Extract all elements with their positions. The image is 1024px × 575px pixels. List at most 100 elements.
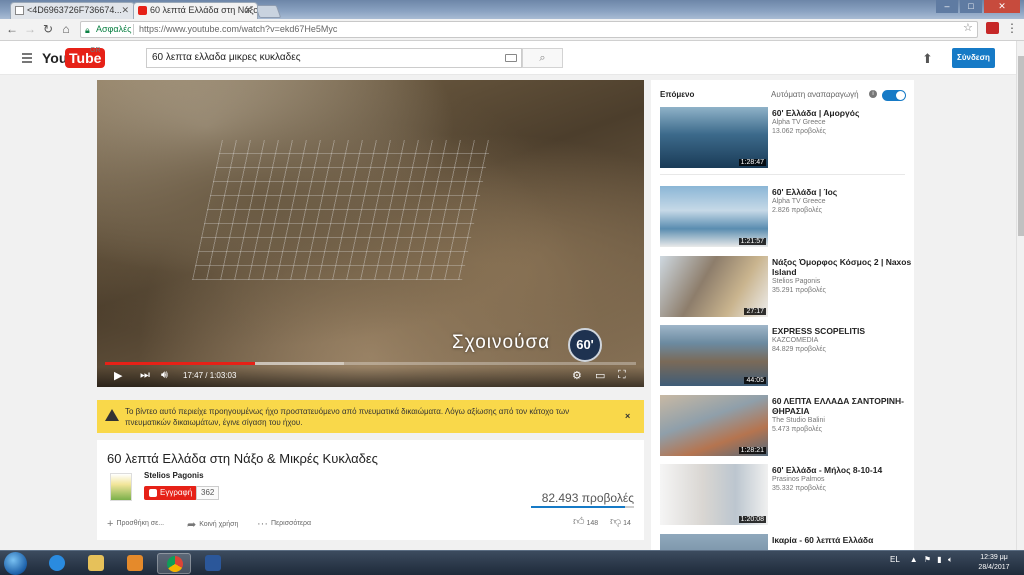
progress-bar[interactable] [105,362,636,365]
related-video-item[interactable]: 44:05 EXPRESS SCOPELITIS KAZCOMEDIA 84.8… [660,325,910,387]
address-bar[interactable]: 🔒︎ Ασφαλές https://www.youtube.com/watch… [80,21,978,38]
video-overlay-caption: Σχοινούσα [452,332,551,353]
video-thumbnail[interactable]: 1:20:08 [660,464,768,525]
internet-explorer-icon [49,555,65,571]
related-video-item[interactable]: 1:28:47 60' Ελλάδα | Αμοργός Alpha TV Gr… [660,107,910,169]
volume-icon[interactable]: 🔊︎ [161,369,168,382]
channel-name[interactable]: Stelios Pagonis [144,471,204,480]
start-button[interactable] [4,552,27,575]
browser-tab-title: 60 λεπτά Ελλάδα στη Νάξο [150,5,258,15]
bookmark-star-icon[interactable]: ☆ [963,21,973,34]
forward-arrow-icon[interactable]: → [23,22,37,36]
search-button[interactable]: ⌕ [522,48,563,68]
play-icon[interactable]: ▶ [114,369,122,382]
hamburger-menu-icon[interactable] [22,53,32,65]
autoplay-label: Αυτόματη αναπαραγωγή [771,90,859,99]
back-arrow-icon[interactable]: ← [5,22,19,36]
search-input[interactable]: 60 λεπτα ελλαδα μικρες κυκλαδες [146,48,522,68]
toggle-knob [896,91,905,100]
keyboard-icon[interactable] [505,54,517,62]
add-to-label: Προσθήκη σε... [116,520,165,527]
video-thumbnail[interactable]: 1:28:21 [660,395,768,456]
related-video-item[interactable]: 1:28:21 60 ΛΕΠΤΑ ΕΛΛΑΔΑ ΣΑΝΤΟΡΙΝΗ-ΘΗΡΑΣΙ… [660,395,910,457]
next-icon[interactable]: ⏭ [140,369,150,382]
show-hidden-icons[interactable]: ▲ [910,555,918,564]
like-ratio-fill [531,506,625,508]
new-tab-button[interactable] [254,5,282,18]
add-to-button[interactable]: + Προσθήκη σε... [107,516,165,530]
share-arrow-icon: ➦ [187,519,197,531]
close-tab-icon[interactable]: ✕ [244,3,252,18]
thumbs-up-icon: 👍︎ [573,516,585,528]
related-video-title[interactable]: 60' Ελλάδα | Ίος [772,187,912,197]
theater-mode-icon[interactable]: ▭ [595,369,605,382]
video-thumbnail[interactable] [660,534,768,550]
related-video-title[interactable]: 60' Ελλάδα | Αμοργός [772,108,912,118]
maximize-window-button[interactable]: □ [960,0,982,13]
related-video-views: 13.062 προβολές [772,128,826,135]
share-button[interactable]: ➦ Κοινή χρήση [187,516,238,531]
flag-icon[interactable]: ⚑ [924,555,931,564]
dislike-button[interactable]: 👎︎ 14 [610,515,631,528]
language-indicator[interactable]: EL [890,555,900,564]
network-icon[interactable]: ▮ [937,555,941,564]
close-tab-icon[interactable]: ✕ [121,3,129,18]
more-button[interactable]: ··· Περισσότερα [257,516,311,530]
home-icon[interactable]: ⌂ [59,22,73,36]
browser-toolbar: ← → ↻ ⌂ 🔒︎ Ασφαλές https://www.youtube.c… [0,19,1024,41]
taskbar-chrome[interactable] [157,553,191,574]
settings-gear-icon[interactable]: ⚙ [572,369,582,382]
related-video-item[interactable]: Ικαρία - 60 λεπτά Ελλάδα [660,534,910,550]
related-video-item[interactable]: 1:21:57 60' Ελλάδα | Ίος Alpha TV Greece… [660,186,910,248]
related-video-views: 35.332 προβολές [772,485,826,492]
browser-tab[interactable]: <4D6963726F736674... ✕ [10,2,135,19]
more-dots-icon: ··· [257,518,268,530]
taskbar-media-player[interactable] [118,553,152,574]
chrome-icon [167,556,183,572]
copyright-notice: Το βίντεο αυτό περιείχε προηγουμένως ήχο… [97,400,644,433]
related-video-title[interactable]: Ικαρία - 60 λεπτά Ελλάδα [772,535,912,545]
fullscreen-icon[interactable]: ⛶ [618,369,626,382]
autoplay-toggle[interactable] [882,90,906,101]
taskbar-word[interactable] [196,553,230,574]
up-next-label: Επόμενο [660,90,695,99]
close-window-button[interactable]: ✕ [984,0,1020,13]
plus-icon: + [107,518,114,530]
taskbar-file-explorer[interactable] [79,553,113,574]
subscribe-label: Εγγραφή [160,488,193,497]
related-video-title[interactable]: EXPRESS SCOPELITIS [772,326,912,336]
minimize-window-button[interactable]: – [936,0,958,13]
system-clock[interactable]: 12:39 μμ 28/4/2017 [974,553,1014,573]
page-scrollbar[interactable] [1016,41,1024,550]
upload-icon[interactable]: ⬆ [922,51,933,67]
video-thumbnail[interactable]: 27:17 [660,256,768,317]
volume-tray-icon[interactable]: 🔈︎ [948,555,953,564]
subscribe-button[interactable]: Εγγραφή [144,486,198,500]
related-video-item[interactable]: 1:20:08 60' Ελλάδα - Μήλος 8-10-14 Prasi… [660,464,910,526]
like-button[interactable]: 👍︎ 148 [573,515,598,528]
browser-tab-active[interactable]: 60 λεπτά Ελλάδα στη Νάξο ✕ [133,2,258,19]
scrollbar-thumb[interactable] [1018,56,1024,236]
taskbar-internet-explorer[interactable] [40,553,74,574]
extension-icon[interactable] [986,22,999,34]
video-thumbnail[interactable]: 1:21:57 [660,186,768,247]
related-video-title[interactable]: Νάξος Όμορφος Κόσμος 2 | Naxos Island [772,257,912,277]
video-thumbnail[interactable]: 1:28:47 [660,107,768,168]
related-video-channel: Alpha TV Greece [772,198,826,205]
player-controls: ▶ ⏭ 🔊︎ 17:47 / 1:03:03 ⚙ ▭ ⛶ [97,367,644,387]
signin-button[interactable]: Σύνδεση [952,48,995,68]
info-icon[interactable]: i [869,90,877,98]
channel-avatar[interactable] [110,473,132,501]
close-notice-icon[interactable]: × [625,411,630,421]
related-videos-sidebar: Επόμενο Αυτόματη αναπαραγωγή i 1:28:47 6… [651,80,914,550]
thumbs-down-icon: 👎︎ [610,516,622,528]
video-thumbnail[interactable]: 44:05 [660,325,768,386]
related-video-views: 35.291 προβολές [772,287,826,294]
related-video-title[interactable]: 60 ΛΕΠΤΑ ΕΛΛΑΔΑ ΣΑΝΤΟΡΙΝΗ-ΘΗΡΑΣΙΑ [772,396,912,416]
related-video-item[interactable]: 27:17 Νάξος Όμορφος Κόσμος 2 | Naxos Isl… [660,256,912,318]
video-player[interactable]: Σχοινούσα 60' ▶ ⏭ 🔊︎ 17:47 / 1:03:03 ⚙ ▭… [97,80,644,387]
reload-icon[interactable]: ↻ [41,22,55,36]
logo-you-text: You [42,50,68,66]
browser-menu-icon[interactable]: ⋮ [1006,21,1018,35]
related-video-title[interactable]: 60' Ελλάδα - Μήλος 8-10-14 [772,465,912,475]
